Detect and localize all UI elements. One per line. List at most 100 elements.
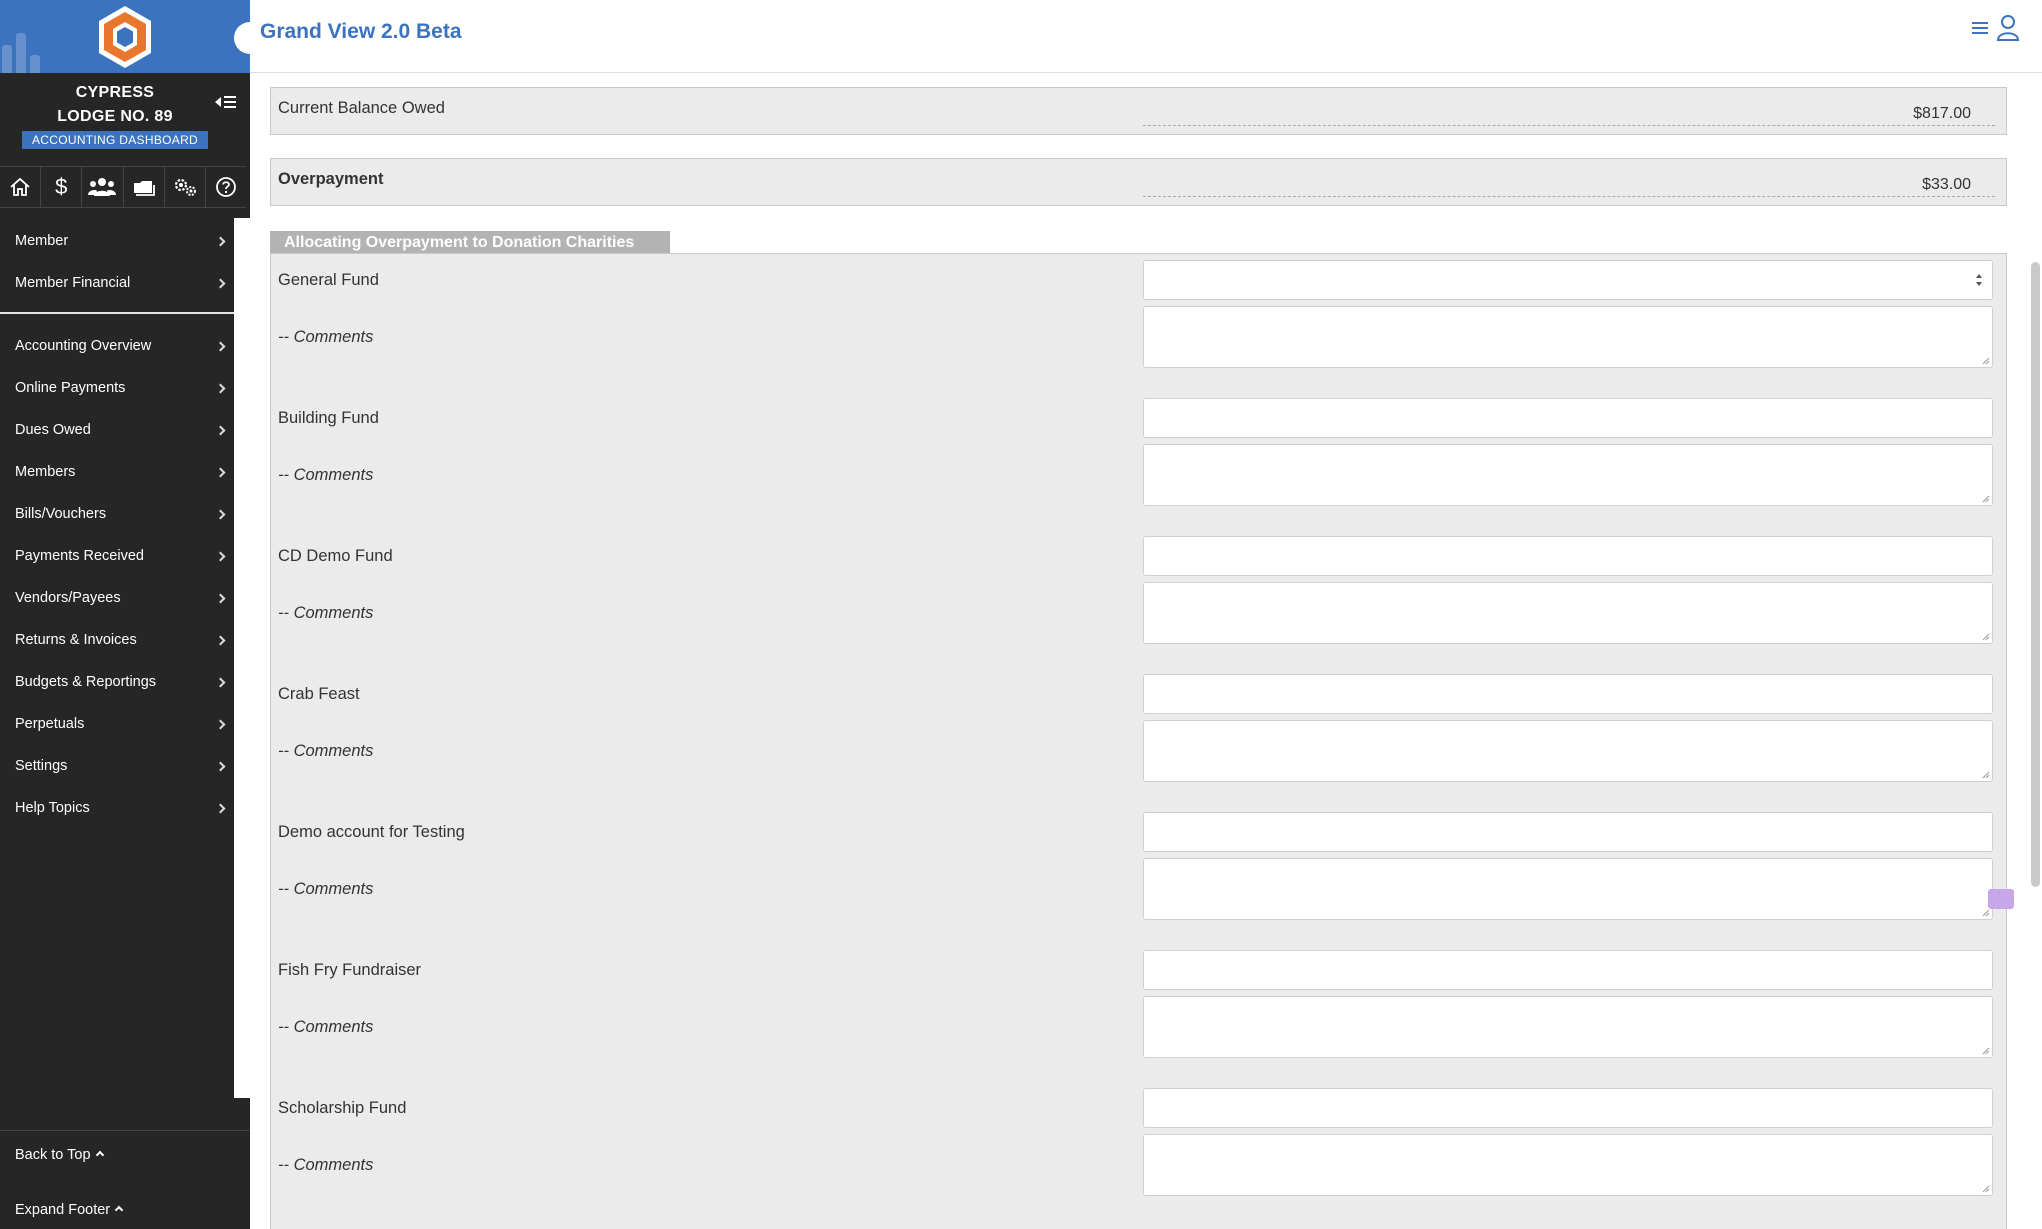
help-icon[interactable]	[206, 167, 246, 207]
dashboard-badge: ACCOUNTING DASHBOARD	[21, 131, 208, 149]
chevron-right-icon	[215, 509, 226, 519]
caret-left-icon	[215, 97, 221, 107]
org-name-line1: CYPRESS	[75, 84, 155, 101]
fund-comment-textarea[interactable]	[1143, 582, 1993, 644]
home-icon[interactable]	[0, 167, 42, 207]
fund-comment-textarea[interactable]	[1143, 306, 1993, 368]
back-to-top-link[interactable]: Back to Top	[15, 1147, 104, 1163]
expand-footer-link[interactable]: Expand Footer	[15, 1202, 124, 1218]
fund-comment-textarea[interactable]	[1143, 444, 1993, 506]
app-title[interactable]: Grand View 2.0 Beta	[260, 20, 462, 44]
main-content: Current Balance Owed $817.00 Overpayment…	[250, 74, 2042, 1229]
back-to-top-label: Back to Top	[15, 1147, 91, 1163]
chevron-right-icon	[215, 719, 226, 729]
nav-item-payments-received[interactable]: Payments Received	[0, 535, 234, 577]
resize-handle-icon[interactable]	[1982, 495, 1990, 503]
nav-item-accounting-overview[interactable]: Accounting Overview	[0, 325, 234, 367]
fund-amount-input[interactable]	[1143, 1088, 1993, 1128]
resize-handle-icon[interactable]	[1982, 633, 1990, 641]
nav-item-label: Online Payments	[15, 380, 126, 396]
fund-comment-textarea[interactable]	[1143, 1134, 1993, 1196]
fund-comment-textarea[interactable]	[1143, 996, 1993, 1058]
nav-item-label: Payments Received	[15, 548, 144, 564]
user-profile-icon[interactable]	[1996, 14, 2020, 42]
nav-item-label: Budgets & Reportings	[15, 674, 157, 690]
nav-item-label: Accounting Overview	[15, 338, 152, 354]
resize-handle-icon[interactable]	[1982, 357, 1990, 365]
nav-item-dues-owed[interactable]: Dues Owed	[0, 409, 234, 451]
caret-up-icon	[114, 1205, 124, 1215]
nav-item-help-topics[interactable]: Help Topics	[0, 787, 234, 829]
chevron-right-icon	[215, 635, 226, 645]
nav-item-label: Settings	[15, 758, 68, 774]
chevron-right-icon	[215, 677, 226, 687]
allocation-section: General Fund -- Comments Building Fund -…	[270, 253, 2007, 1229]
chevron-right-icon	[215, 761, 226, 771]
resize-handle-icon[interactable]	[1982, 1047, 1990, 1055]
comment-label: -- Comments	[278, 328, 374, 346]
fund-amount-input[interactable]	[1143, 812, 1993, 852]
comment-label: -- Comments	[278, 466, 374, 484]
nav-item-label: Member	[15, 233, 69, 249]
nav-item-online-payments[interactable]: Online Payments	[0, 367, 234, 409]
org-info: CYPRESS LODGE NO. 89 ACCOUNTING DASHBOAR…	[0, 73, 230, 158]
overpayment-panel: Overpayment $33.00	[270, 158, 2007, 206]
chevron-right-icon	[215, 236, 226, 246]
balance-panel: Current Balance Owed $817.00	[270, 87, 2007, 135]
fund-label: Scholarship Fund	[278, 1099, 407, 1117]
nav-item-settings[interactable]: Settings	[0, 745, 234, 787]
nav-member-group: Member Member Financial	[0, 220, 234, 304]
nav-item-perpetuals[interactable]: Perpetuals	[0, 703, 234, 745]
overpayment-label: Overpayment	[278, 170, 384, 188]
fund-comment-textarea[interactable]	[1143, 858, 1993, 920]
fund-amount-input[interactable]	[1143, 260, 1993, 300]
nav-item-returns-invoices[interactable]: Returns & Invoices	[0, 619, 234, 661]
fund-amount-input[interactable]	[1143, 536, 1993, 576]
resize-handle-icon[interactable]	[1982, 909, 1990, 917]
folder-icon[interactable]	[124, 167, 165, 207]
main-scrollbar-thumb[interactable]	[2031, 262, 2040, 887]
chevron-right-icon	[215, 551, 226, 561]
nav-item-member-financial[interactable]: Member Financial	[0, 262, 234, 304]
nav-item-label: Members	[15, 464, 76, 480]
nav-item-member[interactable]: Member	[0, 220, 234, 262]
nav-item-label: Vendors/Payees	[15, 590, 121, 606]
users-icon[interactable]	[82, 167, 124, 207]
assistant-widget-icon[interactable]	[1988, 889, 2014, 909]
number-spinner-icon[interactable]	[1974, 270, 1984, 290]
sidebar-scrollbar-track[interactable]	[234, 218, 250, 1098]
fund-comment-textarea[interactable]	[1143, 720, 1993, 782]
logo-bar	[0, 0, 250, 73]
nav-item-members[interactable]: Members	[0, 451, 234, 493]
org-name-line2: LODGE NO. 89	[57, 108, 173, 125]
resize-handle-icon[interactable]	[1982, 771, 1990, 779]
resize-handle-icon[interactable]	[1982, 1185, 1990, 1193]
chevron-right-icon	[215, 803, 226, 813]
dollar-icon[interactable]: $	[41, 167, 83, 207]
hamburger-menu-icon[interactable]	[1972, 22, 1988, 36]
menu-icon	[224, 96, 236, 108]
balance-label: Current Balance Owed	[278, 99, 445, 117]
fund-amount-input[interactable]	[1143, 398, 1993, 438]
quick-icon-bar: $	[0, 166, 246, 208]
comment-label: -- Comments	[278, 742, 374, 760]
fund-label: Crab Feast	[278, 685, 360, 703]
chevron-right-icon	[215, 341, 226, 351]
nav-item-vendors-payees[interactable]: Vendors/Payees	[0, 577, 234, 619]
comment-label: -- Comments	[278, 1018, 374, 1036]
nav-item-bills-vouchers[interactable]: Bills/Vouchers	[0, 493, 234, 535]
fund-label: General Fund	[278, 271, 379, 289]
fund-label: CD Demo Fund	[278, 547, 393, 565]
fund-amount-input[interactable]	[1143, 674, 1993, 714]
fund-amount-input[interactable]	[1143, 950, 1993, 990]
logo-icon[interactable]	[96, 4, 154, 70]
chevron-right-icon	[215, 383, 226, 393]
fund-label: Building Fund	[278, 409, 379, 427]
balance-value: $817.00	[1143, 105, 1995, 126]
collapse-sidebar-button[interactable]	[213, 92, 243, 112]
nav-item-budgets-reportings[interactable]: Budgets & Reportings	[0, 661, 234, 703]
gears-icon[interactable]	[165, 167, 206, 207]
fund-label: Fish Fry Fundraiser	[278, 961, 422, 979]
nav-item-label: Dues Owed	[15, 422, 91, 438]
comment-label: -- Comments	[278, 880, 374, 898]
